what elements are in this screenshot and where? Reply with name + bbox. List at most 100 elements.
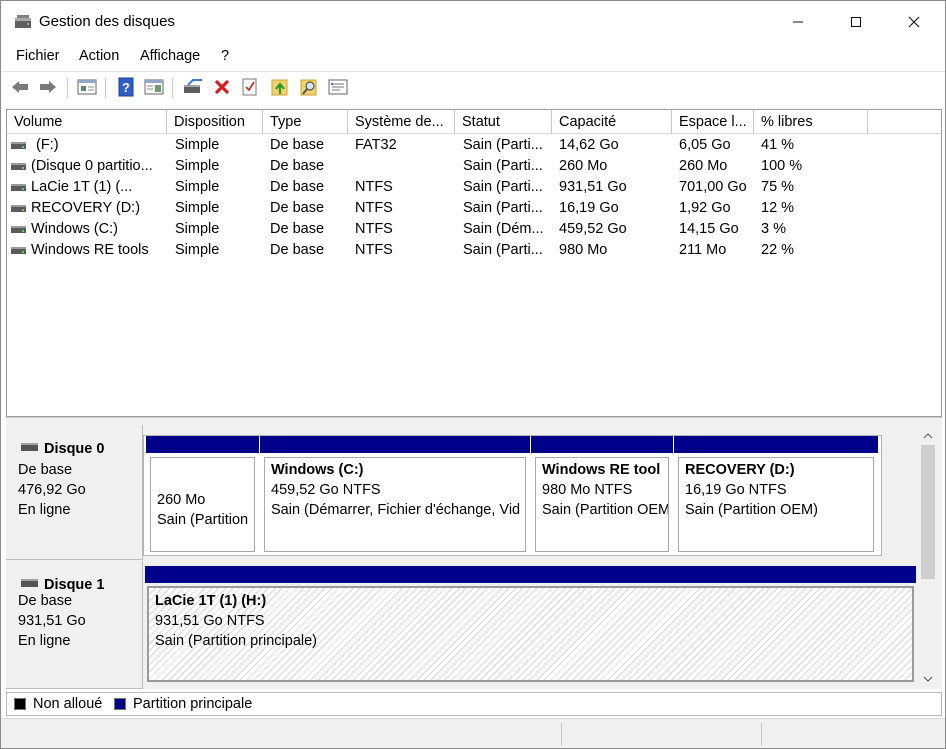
volume-disposition: Simple [175, 242, 220, 258]
partition-block[interactable]: RECOVERY (D:) 16,19 Go NTFS Sain (Partit… [674, 436, 878, 555]
column-header-volume[interactable]: Volume [7, 110, 167, 134]
disk-size: 476,92 Go [18, 482, 86, 498]
connect-drive-icon[interactable] [182, 76, 204, 98]
forward-arrow-icon[interactable] [37, 76, 59, 98]
column-header-percent-free[interactable]: % libres [754, 110, 868, 134]
menu-help[interactable]: ? [221, 48, 229, 64]
primary-partition-bar [260, 436, 530, 453]
volume-percent-free: 22 % [761, 242, 795, 258]
volume-list-header: Volume Disposition Type Système de... St… [7, 110, 941, 134]
details-icon[interactable] [327, 76, 349, 98]
volume-percent-free: 100 % [761, 158, 803, 174]
column-header-filesystem[interactable]: Système de... [348, 110, 455, 134]
volume-name: LaCie 1T (1) (... [31, 179, 133, 195]
column-header-status[interactable]: Statut [455, 110, 552, 134]
volume-capacity: 260 Mo [559, 158, 608, 174]
volume-filesystem: FAT32 [355, 137, 397, 153]
drive-icon [11, 142, 26, 149]
menu-action[interactable]: Action [79, 48, 119, 64]
volume-free-space: 1,92 Go [679, 200, 731, 216]
partition-block[interactable]: 260 Mo Sain (Partition [146, 436, 259, 555]
disk-graphical-view: Disque 0 De base 476,92 Go En ligne 260 … [6, 425, 942, 689]
volume-list[interactable]: Volume Disposition Type Système de... St… [6, 109, 942, 417]
partition-block[interactable]: LaCie 1T (1) (H:) 931,51 Go NTFS Sain (P… [145, 566, 916, 684]
menu-affichage[interactable]: Affichage [140, 48, 200, 64]
volume-row[interactable]: Windows RE tools Simple De base NTFS Sai… [7, 240, 941, 261]
volume-percent-free: 12 % [761, 200, 795, 216]
partition-status: Sain (Partition [157, 512, 249, 528]
partition-body: Windows RE tool 980 Mo NTFS Sain (Partit… [535, 457, 669, 552]
partition-block[interactable]: Windows (C:) 459,52 Go NTFS Sain (Démarr… [260, 436, 530, 555]
volume-row[interactable]: (F:) Simple De base FAT32 Sain (Parti...… [7, 135, 941, 156]
disk-0-label[interactable]: Disque 0 De base 476,92 Go En ligne [6, 425, 143, 560]
volume-status: Sain (Parti... [463, 137, 543, 153]
svg-text:?: ? [122, 80, 130, 95]
disk-state: En ligne [18, 633, 71, 649]
back-arrow-icon[interactable] [9, 76, 31, 98]
partition-size: 459,52 Go NTFS [271, 482, 381, 498]
status-divider [561, 723, 562, 745]
help-icon[interactable]: ? [115, 76, 137, 98]
volume-type: De base [270, 137, 325, 153]
column-header-capacity[interactable]: Capacité [552, 110, 672, 134]
volume-row[interactable]: RECOVERY (D:) Simple De base NTFS Sain (… [7, 198, 941, 219]
volume-filesystem: NTFS [355, 221, 393, 237]
pane-splitter[interactable] [6, 417, 942, 425]
column-header-type[interactable]: Type [263, 110, 348, 134]
volume-disposition: Simple [175, 200, 220, 216]
volume-disposition: Simple [175, 221, 220, 237]
scrollbar-thumb[interactable] [921, 445, 935, 579]
properties-pane-icon[interactable] [143, 76, 165, 98]
close-button[interactable] [885, 1, 943, 43]
minimize-button[interactable] [769, 1, 827, 43]
volume-status: Sain (Parti... [463, 158, 543, 174]
partition-size: 931,51 Go NTFS [155, 613, 265, 629]
disk-1-label[interactable]: Disque 1 De base 931,51 Go En ligne [6, 561, 143, 689]
disk-1-partitions: LaCie 1T (1) (H:) 931,51 Go NTFS Sain (P… [143, 566, 918, 684]
legend-bar: Non alloué Partition principale [6, 692, 942, 716]
disk-name: Disque 0 [44, 441, 105, 457]
volume-disposition: Simple [175, 137, 220, 153]
partition-title: Windows (C:) [271, 462, 364, 478]
disk-list-icon[interactable] [76, 76, 98, 98]
delete-icon[interactable] [211, 76, 233, 98]
partition-status: Sain (Démarrer, Fichier d'échange, Vid [271, 502, 521, 518]
partition-title: RECOVERY (D:) [685, 462, 795, 478]
partition-status: Sain (Partition OEM) [685, 502, 818, 518]
partition-body: Windows (C:) 459,52 Go NTFS Sain (Démarr… [264, 457, 526, 552]
primary-partition-bar [674, 436, 878, 453]
toolbar-separator [67, 78, 68, 98]
volume-disposition: Simple [175, 158, 220, 174]
column-header-free-space[interactable]: Espace l... [672, 110, 754, 134]
column-header-disposition[interactable]: Disposition [167, 110, 263, 134]
volume-row[interactable]: Windows (C:) Simple De base NTFS Sain (D… [7, 219, 941, 240]
up-folder-icon[interactable] [269, 76, 291, 98]
volume-filesystem: NTFS [355, 179, 393, 195]
volume-name: Windows RE tools [31, 242, 149, 258]
scroll-down-arrow-icon[interactable] [919, 670, 937, 687]
legend-primary-partition: Partition principale [133, 696, 253, 712]
volume-disposition: Simple [175, 179, 220, 195]
search-folder-icon[interactable] [298, 76, 320, 98]
hard-disk-icon [21, 443, 38, 451]
scroll-up-arrow-icon[interactable] [919, 427, 937, 444]
volume-filesystem: NTFS [355, 242, 393, 258]
title-bar: Gestion des disques [1, 1, 945, 43]
volume-free-space: 14,15 Go [679, 221, 739, 237]
disk-0-partitions: 260 Mo Sain (Partition Windows (C:) 459,… [143, 435, 882, 556]
maximize-button[interactable] [827, 1, 885, 43]
volume-row[interactable]: LaCie 1T (1) (... Simple De base NTFS Sa… [7, 177, 941, 198]
disk-management-window: Gestion des disques Fichier Action Affic… [0, 0, 946, 749]
disk-size: 931,51 Go [18, 613, 86, 629]
disk-view-scrollbar[interactable] [919, 425, 937, 689]
partition-title: LaCie 1T (1) (H:) [155, 593, 267, 609]
volume-row[interactable]: (Disque 0 partitio... Simple De base Sai… [7, 156, 941, 177]
partition-title: Windows RE tool [542, 462, 661, 478]
volume-status: Sain (Parti... [463, 200, 543, 216]
checklist-icon[interactable] [239, 76, 261, 98]
volume-percent-free: 3 % [761, 221, 786, 237]
status-divider [761, 723, 762, 745]
partition-body: RECOVERY (D:) 16,19 Go NTFS Sain (Partit… [678, 457, 874, 552]
partition-block[interactable]: Windows RE tool 980 Mo NTFS Sain (Partit… [531, 436, 673, 555]
menu-fichier[interactable]: Fichier [16, 48, 60, 64]
